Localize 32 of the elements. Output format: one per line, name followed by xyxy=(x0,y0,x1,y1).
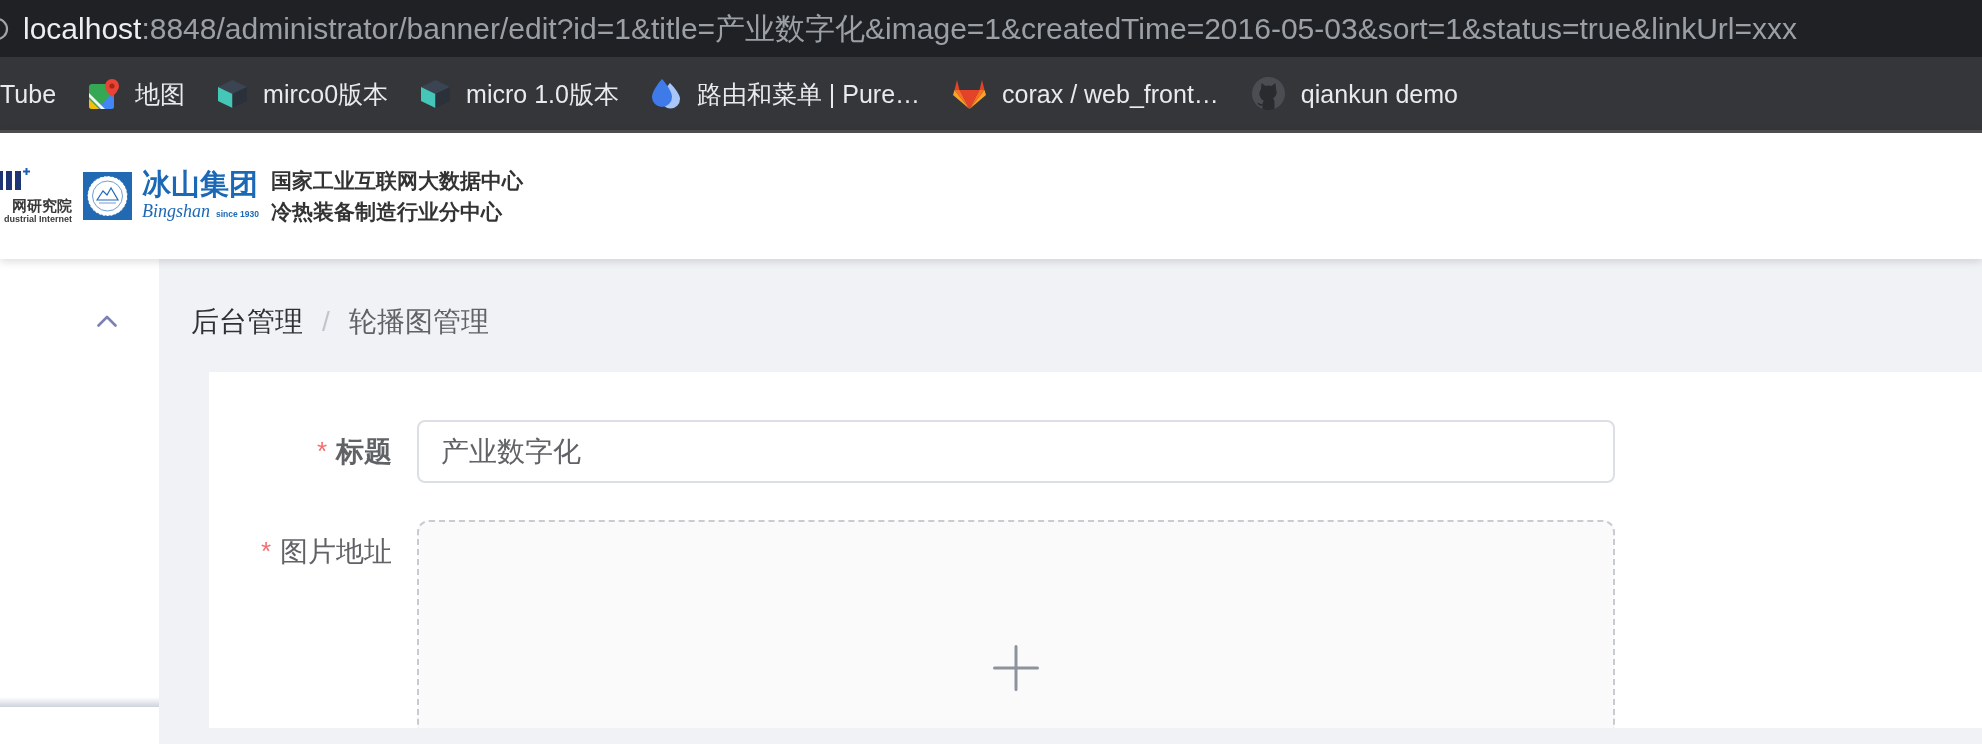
bookmark-link[interactable]: qiankun demo xyxy=(1251,77,1458,110)
cube-icon xyxy=(218,79,248,108)
field-label: 图片地址 xyxy=(280,534,392,569)
bars-logo-icon xyxy=(0,168,31,190)
title-input[interactable]: 产业数字化 xyxy=(417,420,1615,483)
chevron-up-icon[interactable] xyxy=(97,315,117,327)
brand-script: Bingshan xyxy=(142,200,210,223)
breadcrumb-current: 轮播图管理 xyxy=(348,308,489,336)
plus-icon xyxy=(993,645,1039,691)
institute-subtitle: dustrial Internet xyxy=(4,214,72,224)
brand-since: since 1930 xyxy=(216,208,260,221)
bookmark-link[interactable]: corax / web_front… xyxy=(953,78,1219,109)
field-label: 标题 xyxy=(336,434,392,469)
cat-icon xyxy=(1251,77,1285,110)
required-mark: * xyxy=(260,535,271,568)
cube-icon xyxy=(421,79,451,108)
bookmark-link[interactable]: mirco0版本 xyxy=(218,78,389,109)
center-name: 国家工业互联网大数据中心 xyxy=(271,168,524,194)
brand-name: 冰山集团 xyxy=(142,169,259,199)
bookmark-link[interactable]: 路由和菜单 | Pure… xyxy=(651,78,921,109)
ring-icon[interactable] xyxy=(0,16,9,41)
emblem-icon xyxy=(83,172,132,220)
bookmark-link[interactable]: 地图 xyxy=(89,78,186,109)
required-mark: * xyxy=(316,435,327,468)
center-name: 冷热装备制造行业分中心 xyxy=(271,199,504,225)
bookmark-link[interactable]: Tube xyxy=(0,78,57,109)
breadcrumb-separator: / xyxy=(322,308,330,336)
institute-name: 网研究院 xyxy=(12,197,72,214)
breadcrumb-link[interactable]: 后台管理 xyxy=(191,308,303,336)
bookmark-link[interactable]: micro 1.0版本 xyxy=(421,78,619,109)
map-pin-icon xyxy=(89,78,120,109)
droplet-icon xyxy=(651,78,681,109)
